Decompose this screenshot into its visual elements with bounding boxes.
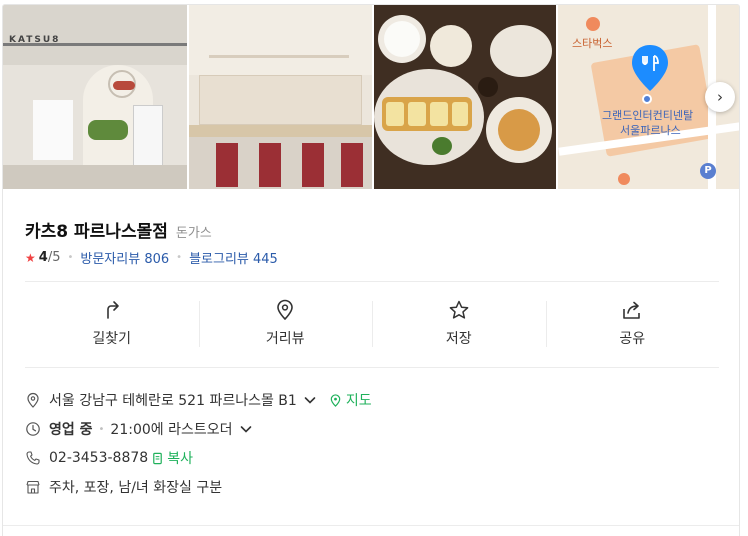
place-category: 돈가스 xyxy=(175,226,212,241)
address-row: 서울 강남구 테헤란로 521 파르나스몰 B1 지도 xyxy=(25,390,372,410)
street-view-button[interactable]: 거리뷰 xyxy=(198,295,373,353)
street-view-label: 거리뷰 xyxy=(265,331,305,347)
blog-reviews-label: 블로그리뷰 xyxy=(189,252,249,267)
share-label: 공유 xyxy=(619,331,646,347)
save-label: 저장 xyxy=(445,331,472,347)
visitor-reviews-count: 806 xyxy=(144,252,170,267)
photo-counter-seats[interactable] xyxy=(189,5,372,189)
starbucks-marker xyxy=(586,17,600,31)
share-button[interactable]: 공유 xyxy=(545,295,720,353)
photo-strip: KATSU8 스타벅스 그랜드인터컨티넨탈 서울파르나스 P › xyxy=(3,5,739,189)
place-name: 카츠8 파르나스몰점 xyxy=(25,222,168,242)
photo-food-set[interactable] xyxy=(374,5,556,189)
blog-reviews-link[interactable]: 블로그리뷰 445 xyxy=(189,248,278,267)
separator-dot: • xyxy=(67,252,74,263)
map-label-hotel-line1: 그랜드인터컨티넨탈 xyxy=(602,109,694,122)
action-bar: 길찾기 거리뷰 저장 공유 xyxy=(25,295,719,353)
separator-dot: • xyxy=(98,423,105,435)
amenities-text: 주차, 포장, 남/녀 화장실 구분 xyxy=(49,480,223,496)
visitor-reviews-link[interactable]: 방문자리뷰 806 xyxy=(80,248,169,267)
location-icon xyxy=(27,392,39,408)
photo-store-interior[interactable]: KATSU8 xyxy=(3,5,187,189)
clock-icon xyxy=(26,422,40,436)
divider xyxy=(3,525,739,526)
rating-star-icon: ★ xyxy=(25,250,36,265)
store-icon xyxy=(26,480,40,494)
visitor-reviews-label: 방문자리뷰 xyxy=(80,252,141,267)
divider xyxy=(25,367,719,368)
copy-icon xyxy=(153,452,163,464)
store-sign: KATSU8 xyxy=(9,35,61,45)
map-label-hotel-line2: 서울파르나스 xyxy=(620,124,681,137)
blog-reviews-count: 445 xyxy=(253,252,278,267)
address-text: 서울 강남구 테헤란로 521 파르나스몰 B1 xyxy=(49,393,297,409)
separator-dot: • xyxy=(176,252,183,263)
chevron-down-icon[interactable] xyxy=(303,393,317,407)
last-order-text: 21:00에 라스트오더 xyxy=(110,422,233,438)
location-pin-icon xyxy=(630,43,670,93)
star-icon xyxy=(449,300,469,319)
chevron-down-icon[interactable] xyxy=(239,422,253,436)
chevron-right-icon: › xyxy=(717,88,723,106)
copy-label: 복사 xyxy=(167,451,193,467)
map-label-starbucks: 스타벅스 xyxy=(572,37,613,50)
hours-row: 영업 중 • 21:00에 라스트오더 xyxy=(25,419,253,439)
place-card: KATSU8 스타벅스 그랜드인터컨티넨탈 서울파르나스 P › 카츠8 파르나… xyxy=(2,4,740,536)
directions-icon xyxy=(106,301,119,319)
save-button[interactable]: 저장 xyxy=(372,295,546,353)
share-icon xyxy=(623,301,641,319)
rating-max: /5 xyxy=(47,250,61,265)
amenities-row: 주차, 포장, 남/녀 화장실 구분 xyxy=(25,477,222,497)
map-pin-icon xyxy=(330,393,341,407)
place-title-row: 카츠8 파르나스몰점 돈가스 xyxy=(25,217,212,242)
next-photo-button[interactable]: › xyxy=(705,82,735,112)
directions-label: 길찾기 xyxy=(92,331,132,347)
map-link[interactable]: 지도 xyxy=(329,390,372,410)
phone-icon xyxy=(26,451,40,465)
divider xyxy=(25,281,719,282)
street-view-icon xyxy=(277,299,294,320)
parking-icon: P xyxy=(700,163,716,179)
phone-number[interactable]: 02-3453-8878 xyxy=(49,450,148,466)
directions-button[interactable]: 길찾기 xyxy=(25,295,199,353)
rating-row: ★ 4 /5 • 방문자리뷰 806 • 블로그리뷰 445 xyxy=(25,248,278,267)
phone-row: 02-3453-8878 복사 xyxy=(25,448,193,468)
business-status: 영업 중 xyxy=(49,422,93,438)
map-link-label: 지도 xyxy=(345,393,372,409)
copy-phone-button[interactable]: 복사 xyxy=(151,448,193,468)
rating-value: 4 xyxy=(38,250,48,265)
